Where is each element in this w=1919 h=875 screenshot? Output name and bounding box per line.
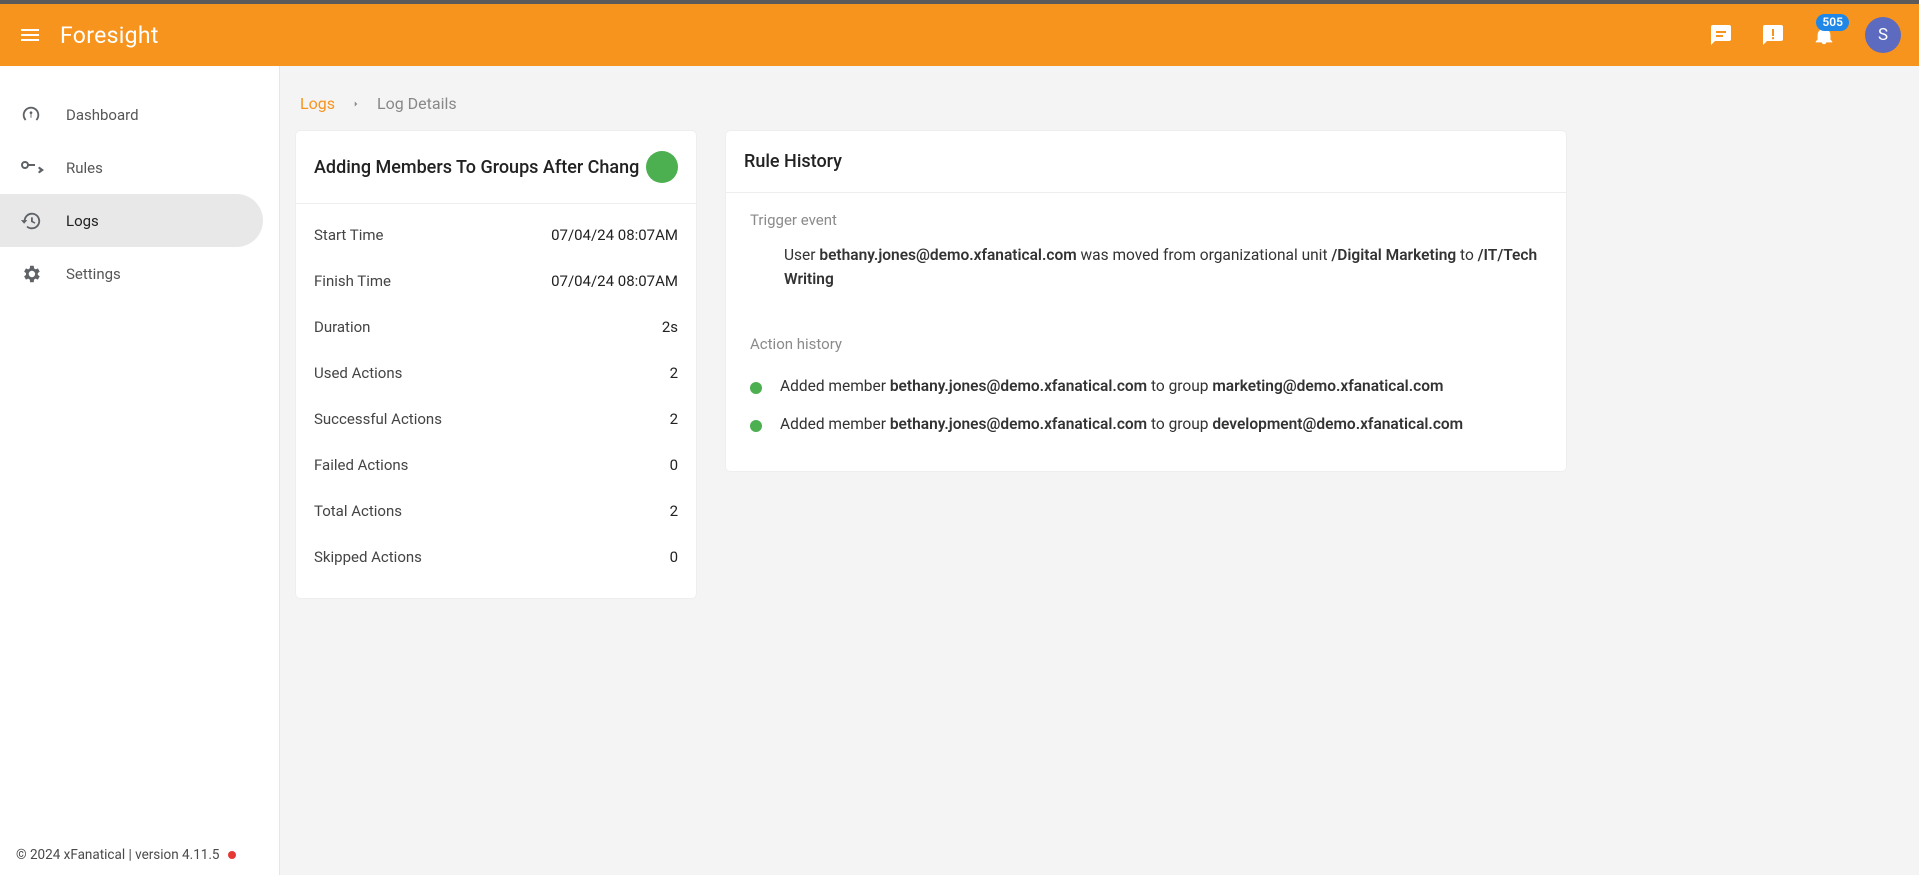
- value: 2s: [662, 318, 678, 336]
- chat-icon: [1709, 23, 1733, 47]
- main-content: Logs Log Details Adding Members To Group…: [280, 66, 1919, 875]
- sidebar-item-label: Rules: [66, 159, 103, 177]
- row-used-actions: Used Actions 2: [314, 350, 678, 396]
- value: 2: [670, 502, 678, 520]
- value: 0: [670, 548, 678, 566]
- label: Total Actions: [314, 502, 402, 520]
- chat-button[interactable]: [1709, 23, 1733, 47]
- sidebar: Dashboard Rules Logs Settings: [0, 66, 280, 875]
- hamburger-icon: [18, 23, 42, 47]
- row-duration: Duration 2s: [314, 304, 678, 350]
- row-total-actions: Total Actions 2: [314, 488, 678, 534]
- sidebar-item-label: Settings: [66, 265, 121, 283]
- gauge-icon: [20, 104, 66, 126]
- label: Finish Time: [314, 272, 391, 290]
- label: Used Actions: [314, 364, 402, 382]
- avatar-button[interactable]: S: [1865, 17, 1901, 53]
- sidebar-item-rules[interactable]: Rules: [0, 141, 263, 194]
- feedback-icon: [1761, 23, 1785, 47]
- value: 07/04/24 08:07AM: [551, 272, 678, 290]
- row-finish-time: Finish Time 07/04/24 08:07AM: [314, 258, 678, 304]
- breadcrumb-current: Log Details: [377, 94, 457, 113]
- summary-title: Adding Members To Groups After Changin: [314, 157, 640, 178]
- breadcrumb: Logs Log Details: [296, 66, 1903, 131]
- success-dot-icon: [750, 420, 762, 432]
- label: Start Time: [314, 226, 383, 244]
- gear-icon: [20, 263, 66, 285]
- avatar-letter: S: [1878, 25, 1888, 45]
- row-skipped-actions: Skipped Actions 0: [314, 534, 678, 580]
- row-failed-actions: Failed Actions 0: [314, 442, 678, 488]
- sidebar-footer: © 2024 xFanatical | version 4.11.5: [0, 835, 279, 875]
- action-history-label: Action history: [750, 335, 1542, 353]
- chevron-right-icon: [351, 99, 361, 109]
- breadcrumb-logs-link[interactable]: Logs: [300, 94, 335, 113]
- value: 2: [670, 410, 678, 428]
- sidebar-item-label: Logs: [66, 212, 99, 230]
- status-success-icon: [646, 151, 678, 183]
- summary-card: Adding Members To Groups After Changin S…: [296, 131, 696, 598]
- trigger-event-label: Trigger event: [750, 211, 1542, 229]
- value: 2: [670, 364, 678, 382]
- sidebar-item-dashboard[interactable]: Dashboard: [0, 88, 263, 141]
- sidebar-nav: Dashboard Rules Logs Settings: [0, 66, 279, 835]
- history-icon: [20, 210, 66, 232]
- notifications-badge: 505: [1816, 14, 1849, 31]
- label: Successful Actions: [314, 410, 442, 428]
- sidebar-item-logs[interactable]: Logs: [0, 194, 263, 247]
- key-arrow-icon: [20, 157, 66, 179]
- history-title: Rule History: [744, 151, 1548, 172]
- app-header: Foresight 505 S: [0, 0, 1919, 66]
- hamburger-menu-button[interactable]: [18, 23, 42, 47]
- success-dot-icon: [750, 382, 762, 394]
- row-start-time: Start Time 07/04/24 08:07AM: [314, 212, 678, 258]
- label: Skipped Actions: [314, 548, 422, 566]
- status-dot-icon: [228, 851, 236, 859]
- trigger-event-text: User bethany.jones@demo.xfanatical.com w…: [784, 243, 1542, 291]
- notifications-button[interactable]: 505: [1813, 24, 1835, 46]
- action-history-item: Added member bethany.jones@demo.xfanatic…: [750, 405, 1542, 443]
- footer-text: © 2024 xFanatical | version 4.11.5: [16, 847, 220, 863]
- row-successful-actions: Successful Actions 2: [314, 396, 678, 442]
- sidebar-item-settings[interactable]: Settings: [0, 247, 263, 300]
- value: 0: [670, 456, 678, 474]
- value: 07/04/24 08:07AM: [551, 226, 678, 244]
- action-history-item: Added member bethany.jones@demo.xfanatic…: [750, 367, 1542, 405]
- feedback-button[interactable]: [1761, 23, 1785, 47]
- history-card: Rule History Trigger event User bethany.…: [726, 131, 1566, 471]
- label: Failed Actions: [314, 456, 408, 474]
- sidebar-item-label: Dashboard: [66, 106, 139, 124]
- brand-title: Foresight: [60, 22, 159, 49]
- label: Duration: [314, 318, 370, 336]
